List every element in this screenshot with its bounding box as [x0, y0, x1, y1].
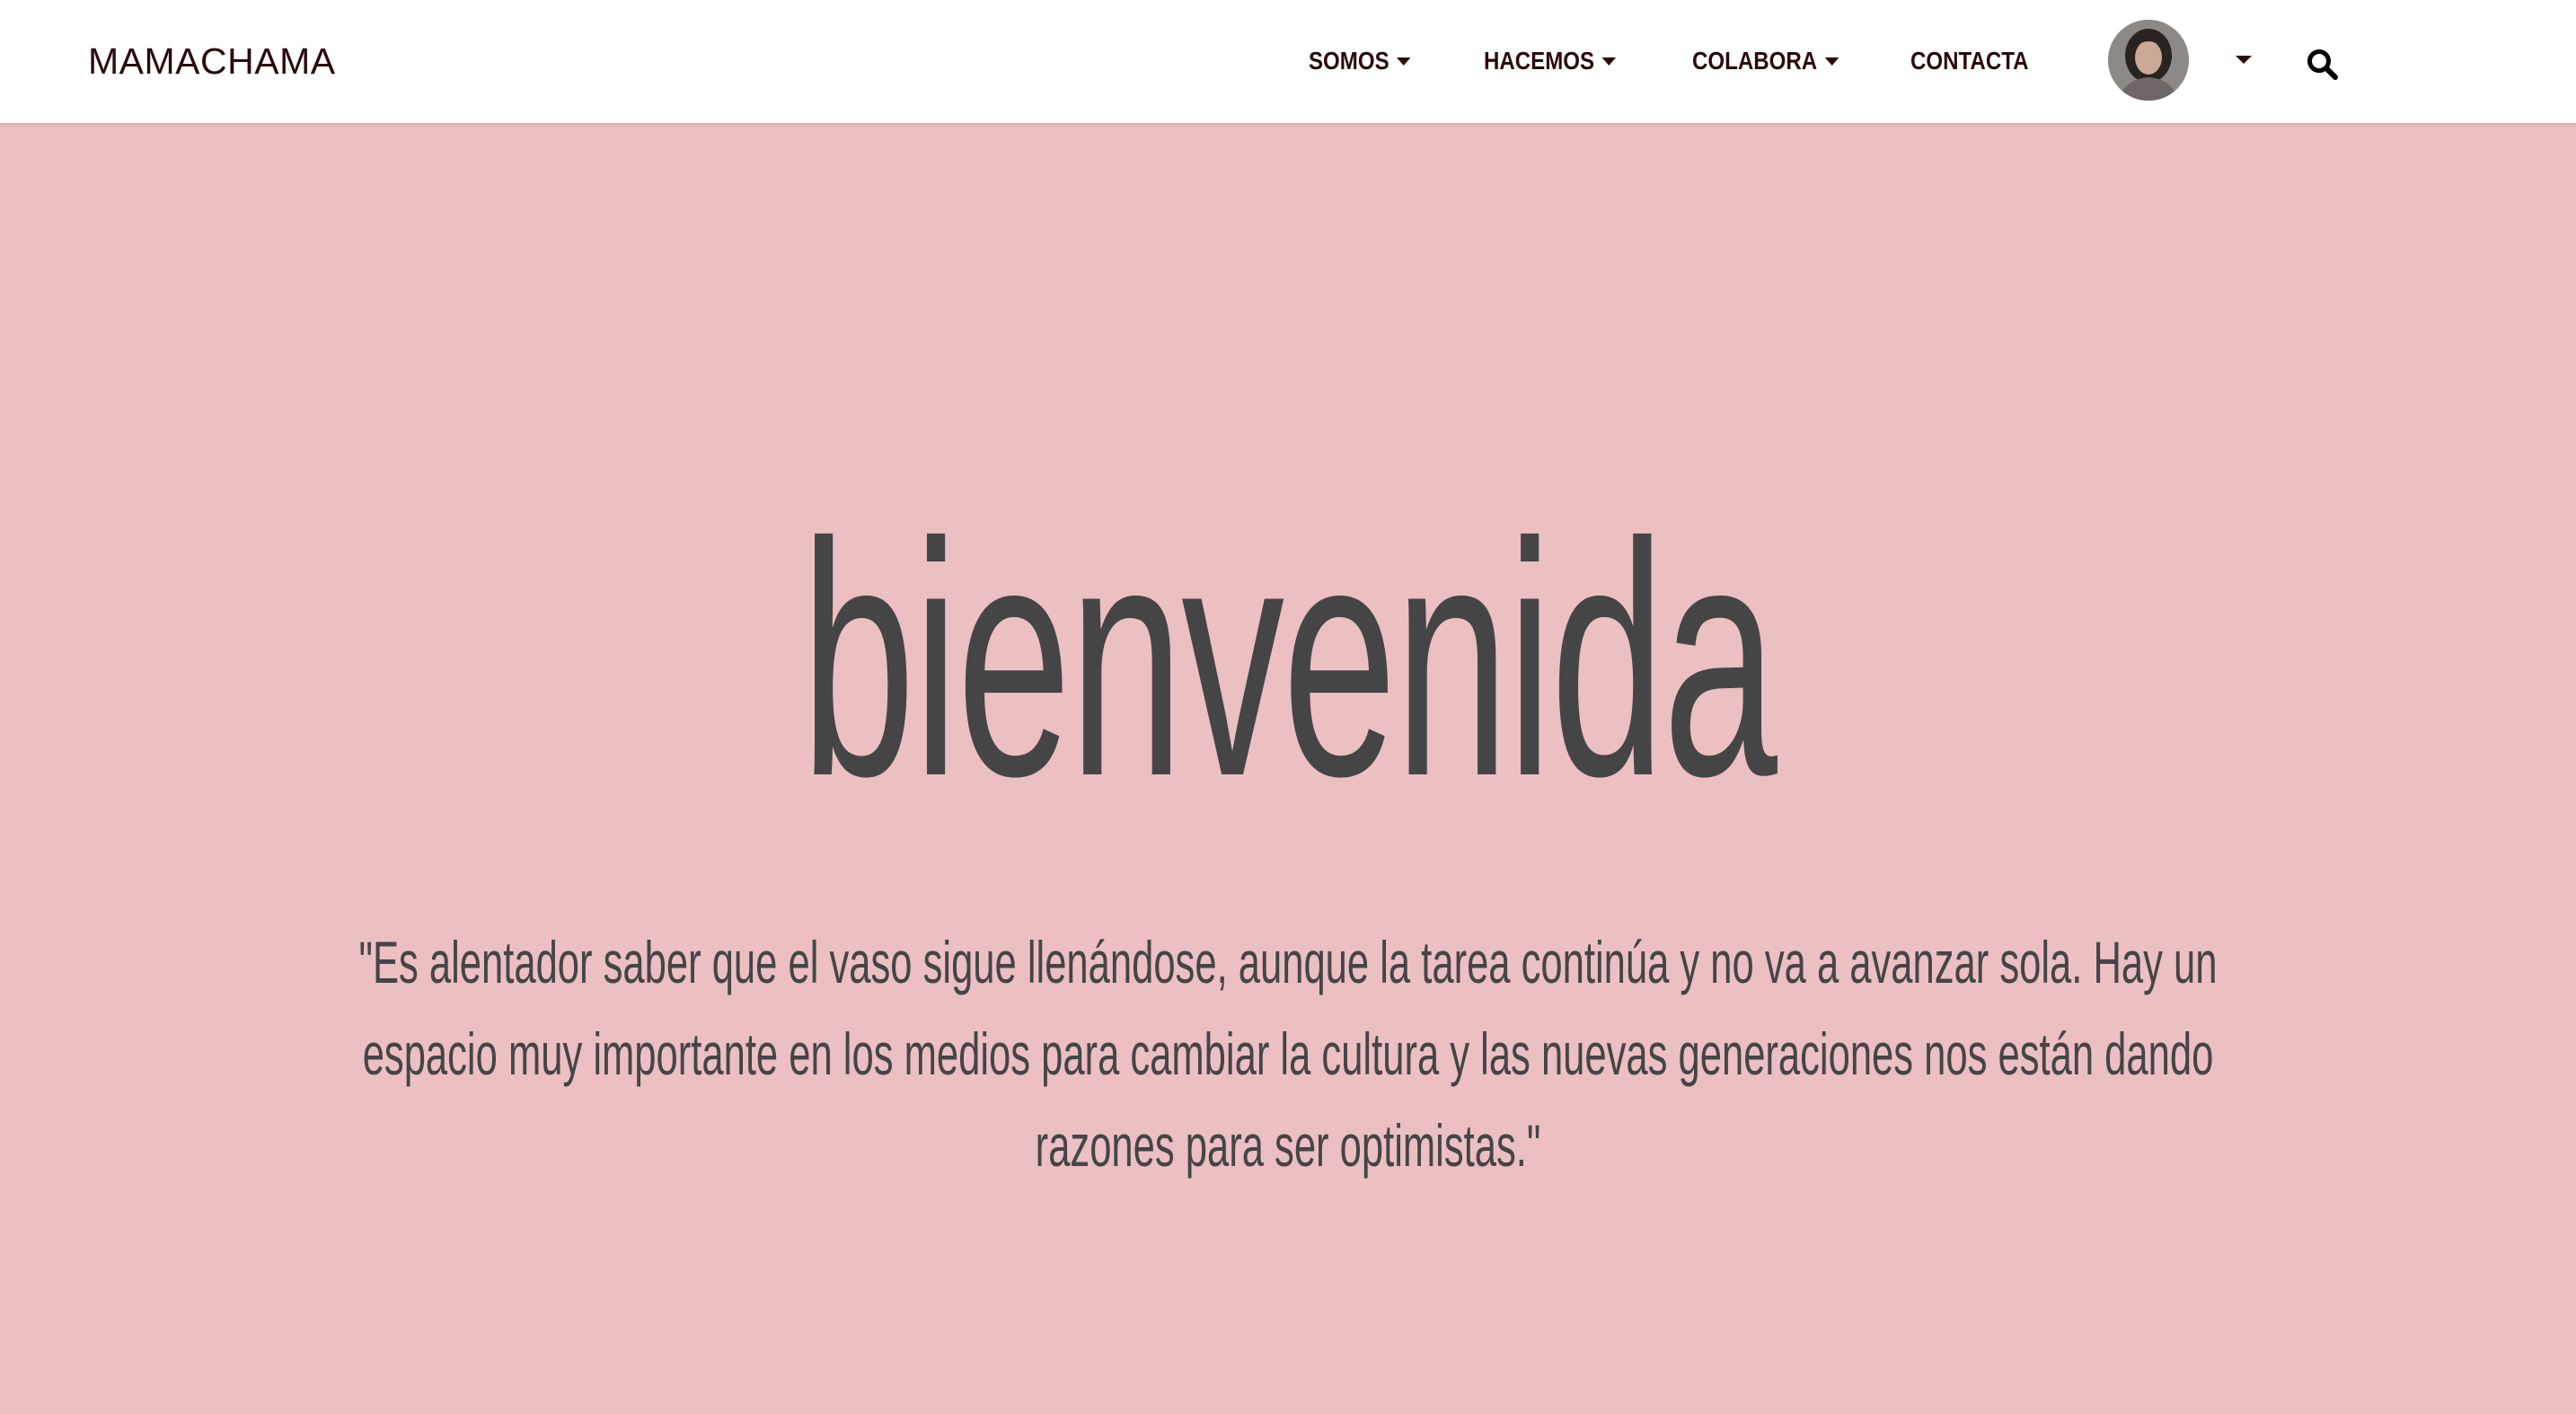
- nav-item-hacemos[interactable]: HACEMOS: [1484, 41, 1617, 81]
- nav-item-colabora-label: COLABORA: [1692, 47, 1818, 75]
- top-navbar: MAMACHAMA SOMOS HACEMOS COLABORA CONTACT…: [0, 0, 2576, 123]
- user-avatar[interactable]: [2108, 20, 2189, 101]
- nav-item-contacta[interactable]: CONTACTA: [1910, 41, 2029, 81]
- hero-quote-text: "Es alentador saber que el vaso sigue ll…: [358, 929, 2218, 1179]
- caret-down-icon: [1601, 57, 1617, 66]
- hero-title: bienvenida: [800, 474, 1778, 845]
- nav-item-contacta-label: CONTACTA: [1910, 47, 2029, 75]
- nav-item-somos-label: SOMOS: [1309, 47, 1389, 75]
- nav-item-hacemos-label: HACEMOS: [1484, 47, 1595, 75]
- brand-logo-link[interactable]: MAMACHAMA: [88, 38, 336, 84]
- nav-item-somos[interactable]: SOMOS: [1309, 41, 1411, 81]
- avatar-portrait-icon: [2108, 20, 2189, 101]
- user-menu-caret-icon[interactable]: [2236, 56, 2252, 64]
- search-icon: [2307, 49, 2338, 80]
- hero-quote: "Es alentador saber que el vaso sigue ll…: [359, 916, 2218, 1191]
- nav-item-colabora[interactable]: COLABORA: [1692, 41, 1839, 81]
- caret-down-icon: [1824, 57, 1839, 66]
- caret-down-icon: [1397, 57, 1411, 66]
- search-button[interactable]: [2305, 47, 2341, 83]
